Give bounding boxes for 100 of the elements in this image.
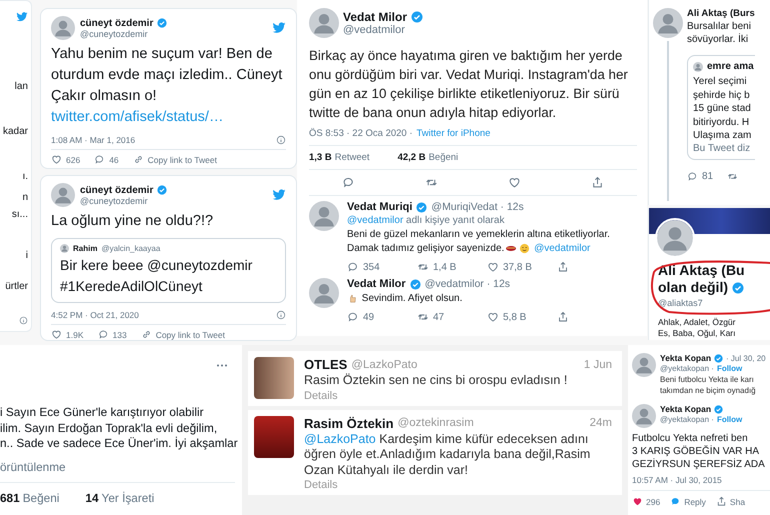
share-icon[interactable] [591, 176, 604, 189]
link-icon[interactable] [140, 329, 152, 340]
stat-value: 42,2 B [398, 152, 426, 163]
tweet-text: Rasim Öztekin sen ne cins bi orospu evladısın ! [304, 373, 568, 388]
tweet-text-fragment: n [22, 192, 28, 203]
info-icon[interactable] [276, 310, 286, 320]
reply-count: 46 [109, 154, 119, 164]
retweet-count: 47 [433, 312, 444, 322]
user-name: Vedat Milor [343, 10, 408, 24]
like-icon[interactable] [508, 176, 521, 189]
details-link[interactable]: Details [304, 390, 612, 402]
user-name: Ali Aktaş (Burs [687, 8, 755, 19]
stat-value: 1,3 B [309, 152, 332, 163]
info-icon[interactable] [276, 135, 286, 145]
user-name: Yekta Kopan [660, 353, 712, 363]
tweet-time: 1 Jun [584, 358, 612, 370]
share-icon[interactable] [557, 311, 569, 323]
tweet-text-fragment: lan [14, 81, 28, 92]
reply-icon[interactable] [670, 496, 682, 507]
user-handle: @cuneytozdemir [80, 196, 149, 206]
follow-link[interactable]: Follow [716, 364, 742, 373]
tweet-text: Birkaç ay önce hayatıma giren ve baktığım her yerde onu gördüğüm biri var. Vedat Muriqi. Instagram'da her gün en az 10 çekilişe birlikte etiketleniyoruz. Bir sürü twitte de bana onun adıyla hitap ediyorlar. [309, 47, 629, 122]
user-name: Vedat Milor [347, 278, 406, 290]
avatar-icon [653, 8, 683, 38]
share-icon[interactable] [716, 496, 727, 507]
avatar-icon [309, 8, 339, 38]
stat-value: 14 [85, 490, 99, 504]
avatar-icon [632, 404, 656, 428]
user-handle: @yektakopan · [660, 364, 714, 373]
user-name: olan değil) [658, 279, 728, 296]
user-handle: @LazkoPato [351, 358, 418, 370]
copy-link-text: Copy link to Tweet [148, 154, 217, 164]
info-icon [19, 316, 28, 325]
avatar-icon [655, 218, 695, 258]
user-handle: @oztekinrasim [398, 417, 474, 429]
mention-link[interactable]: @vedatmilor [347, 215, 404, 226]
reply-icon[interactable] [347, 261, 359, 273]
follow-link[interactable]: Follow [716, 415, 742, 424]
reply-count: 49 [363, 312, 374, 322]
like-count: 37,8 B [503, 262, 532, 272]
mention-link[interactable]: @vedatmilor [531, 243, 590, 254]
link-icon[interactable] [132, 154, 144, 165]
reply-icon[interactable] [687, 170, 698, 182]
reply-count: 133 [112, 330, 127, 340]
avatar-icon [632, 353, 656, 377]
reply-icon[interactable] [98, 329, 108, 340]
avatar-icon [309, 201, 339, 231]
mention-link[interactable]: @LazkoPato [304, 432, 376, 446]
user-name: Rahim [73, 244, 98, 253]
user-name: OTLES [304, 357, 348, 372]
user-name: cüneyt özdemir [80, 18, 154, 28]
source-link[interactable]: Twitter for iPhone [416, 128, 490, 139]
like-count: 5,8 B [503, 312, 526, 322]
like-icon[interactable] [487, 261, 499, 273]
reply-icon[interactable] [94, 154, 106, 165]
user-name: Yekta Kopan [660, 404, 712, 414]
stat-label: Retweet [334, 152, 370, 163]
like-count: 626 [66, 154, 80, 164]
like-icon[interactable] [51, 329, 62, 340]
user-name: Rasim Öztekin [304, 416, 394, 430]
view-count-text: örüntülenme [0, 460, 235, 482]
details-link[interactable]: Details [304, 479, 612, 491]
user-handle: @yektakopan · [660, 415, 714, 424]
tweet-time: 24m [590, 417, 612, 429]
tweet-text-fragment: kadar [2, 126, 28, 137]
reply-icon[interactable] [347, 311, 359, 323]
like-count: 1.9K [66, 330, 84, 340]
like-icon[interactable] [487, 311, 499, 323]
reply-count: 354 [363, 262, 380, 272]
food-emoji-icon [505, 244, 518, 252]
tweet-time: ÖS 8:53 · 22 Oca 2020 · [309, 128, 413, 139]
photo-placeholder [254, 416, 294, 458]
reply-context: @vedatmilor adlı kişiye yanıt olarak [347, 215, 506, 226]
tweet-text: Yahu benim ne suçum var! Ben de oturdum evde maçı izledim.. Cüneyt Çakır olmasın o! [51, 45, 284, 106]
user-handle: @vedatmilor · 12s [424, 278, 510, 290]
share-icon[interactable] [557, 261, 569, 273]
tweet-text-fragment: sı... [12, 209, 28, 220]
tweet-time: 4:52 PM · Oct 21, 2020 [51, 310, 139, 320]
more-icon[interactable] [216, 363, 228, 368]
quoted-tweet-text: Bir kere beee @cuneytozdemir #1KeredeAdilOlCüneyt [60, 256, 254, 296]
tweet-date: · Jul 30, 20 [726, 354, 766, 362]
tweet-time: 10:57 AM · Jul 30, 2015 [632, 475, 770, 491]
tweet-text-fragment: ı. [22, 171, 28, 182]
avatar-icon [60, 244, 69, 253]
hand-emoji-icon [348, 293, 358, 304]
reply-icon[interactable] [342, 176, 355, 189]
user-name: Vedat Muriqi [347, 201, 412, 213]
reply-text: Beni de güzel mekanların ve yemeklerin altına etiketliyorlar. Damak tadımız gelişiyor sayenizde. @vedatmilor [347, 228, 611, 256]
stat-label: Beğeni [22, 490, 60, 504]
tweet-text: Beni futbolcu Yekta ile karı takımdan ne biçim oynadığ [660, 374, 757, 396]
profile-bio: Ahlak, Adalet, Özgür Es, Baba, Oğul, Karı [658, 317, 736, 339]
like-icon[interactable] [632, 496, 643, 507]
twitter-bird-icon [272, 21, 286, 35]
avatar-icon [51, 183, 75, 207]
tweet-link[interactable]: twitter.com/afisek/status/… [51, 107, 286, 128]
smiling-face-icon [519, 242, 530, 254]
tweet-text: i Sayın Ece Güner'le karıştırıyor olabilir ilim. Sayın Erdoğan Toprak'la evli değilim, n.. Sade ve sadece Ece Üner'im. İyi akşamlar [0, 405, 239, 452]
user-handle: @cuneytozdemir [80, 28, 149, 38]
twitter-bird-icon [272, 188, 286, 202]
like-icon[interactable] [51, 154, 62, 165]
